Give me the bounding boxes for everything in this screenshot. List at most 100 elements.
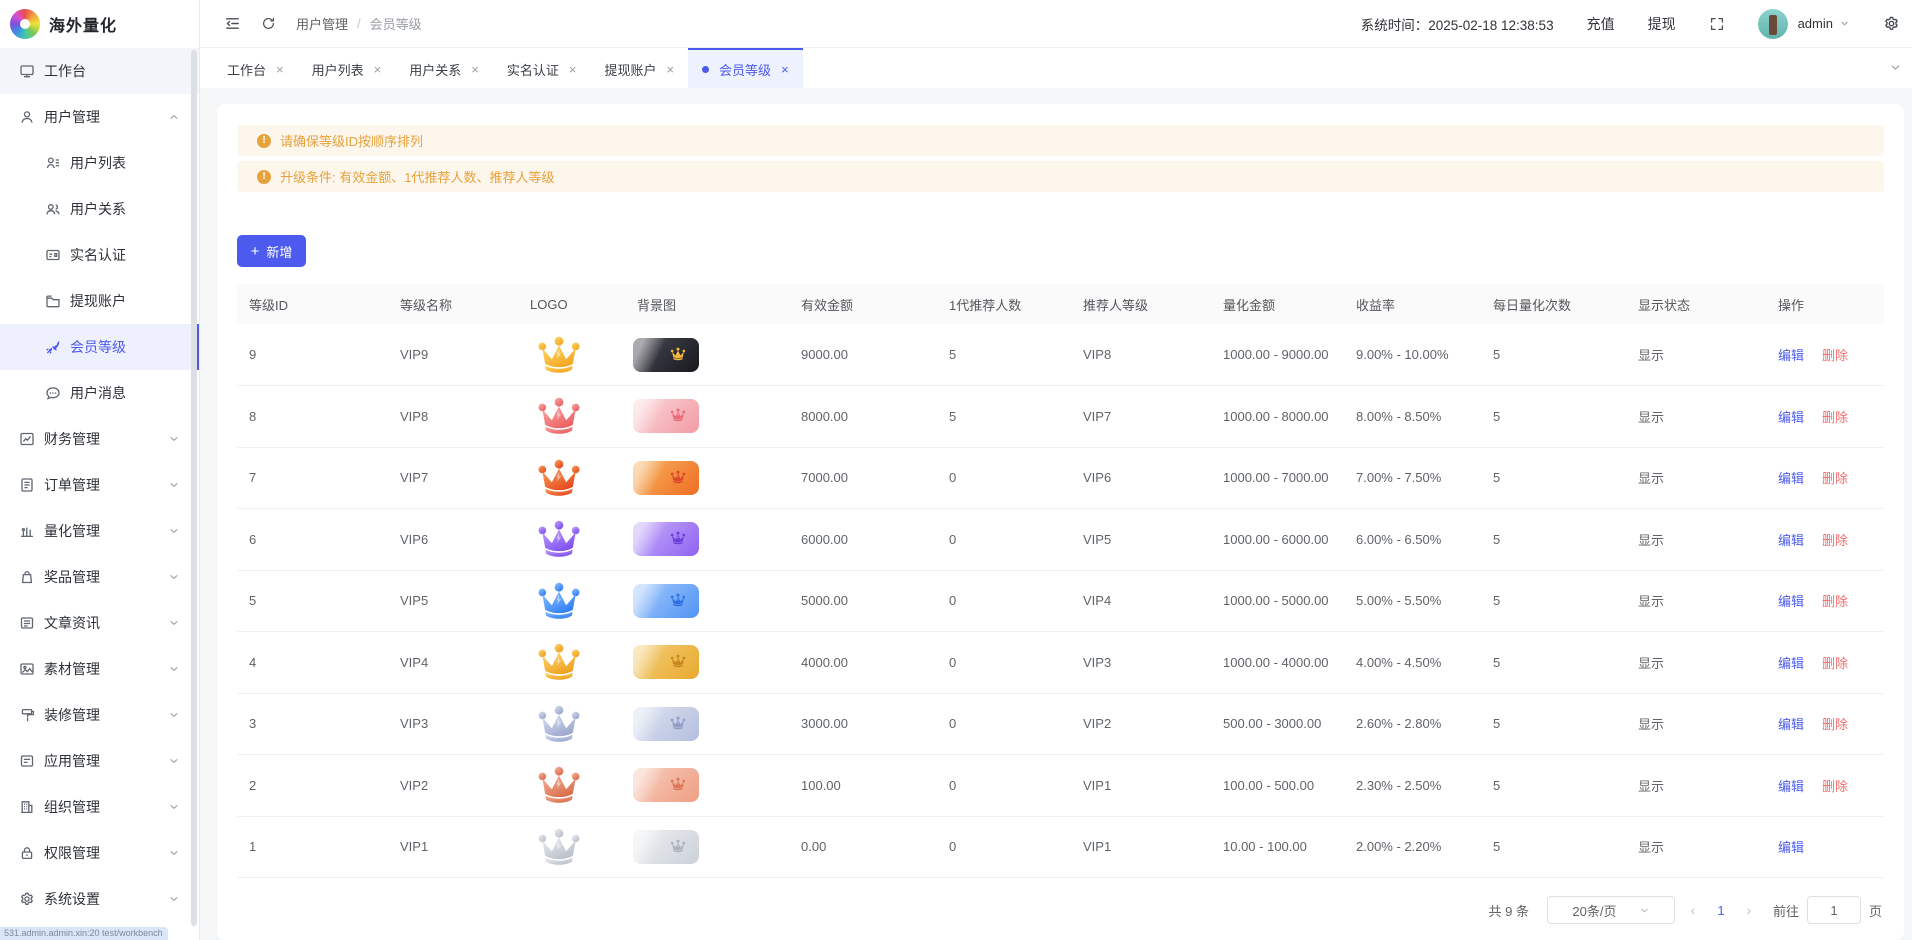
background-image [633, 830, 699, 864]
cell-status: 显示 [1626, 509, 1766, 571]
table-row: 9VIP99000.005VIP81000.00 - 9000.009.00% … [237, 324, 1884, 386]
sidebar-item-label: 权限管理 [44, 843, 100, 863]
delete-link[interactable]: 删除 [1822, 594, 1848, 609]
lock-icon [19, 845, 35, 861]
tab-实名认证[interactable]: 实名认证 × [493, 48, 591, 88]
delete-link[interactable]: 删除 [1822, 656, 1848, 671]
sidebar-item[interactable]: 量化管理 [0, 508, 199, 554]
quant-icon [19, 523, 35, 539]
sidebar-item[interactable]: 文章资讯 [0, 600, 199, 646]
delete-link[interactable]: 删除 [1822, 717, 1848, 732]
edit-link[interactable]: 编辑 [1778, 717, 1804, 732]
edit-link[interactable]: 编辑 [1778, 410, 1804, 425]
cell-rate: 2.30% - 2.50% [1344, 755, 1481, 817]
close-icon[interactable]: × [471, 63, 479, 76]
table-row: 6VIP66000.000VIP51000.00 - 6000.006.00% … [237, 509, 1884, 571]
chevron-up-icon [168, 111, 180, 123]
chevron-down-icon [168, 525, 180, 537]
sidebar-item-label: 系统设置 [44, 889, 100, 909]
cell-actions: 编辑 删除 [1766, 693, 1884, 755]
sidebar-scrollbar[interactable] [191, 50, 197, 926]
collapse-menu-icon[interactable] [224, 15, 241, 32]
cell-ref-count: 0 [937, 447, 1071, 509]
cell-valid-amount: 9000.00 [789, 324, 937, 386]
edit-link[interactable]: 编辑 [1778, 533, 1804, 548]
edit-link[interactable]: 编辑 [1778, 471, 1804, 486]
sidebar-item-child[interactable]: 用户列表 [0, 140, 199, 186]
tab-用户列表[interactable]: 用户列表× [298, 48, 396, 88]
edit-link[interactable]: 编辑 [1778, 656, 1804, 671]
sidebar-item[interactable]: 装修管理 [0, 692, 199, 738]
sidebar-item[interactable]: 工作台 [0, 48, 199, 94]
cell-ref-count: 0 [937, 693, 1071, 755]
cell-daily-times: 5 [1481, 693, 1626, 755]
sidebar-item-active[interactable]: 会员等级 [0, 324, 199, 370]
sidebar-item[interactable]: 系统设置 [0, 876, 199, 922]
withdraw-button[interactable]: 提现 [1648, 14, 1676, 34]
close-icon[interactable]: × [276, 63, 284, 76]
sidebar-item-child[interactable]: 用户消息 [0, 370, 199, 416]
edit-link[interactable]: 编辑 [1778, 779, 1804, 794]
sidebar-item[interactable]: 素材管理 [0, 646, 199, 692]
close-icon[interactable]: × [569, 63, 577, 76]
tab-label: 实名认证 [507, 60, 559, 79]
tab-用户关系[interactable]: 用户关系× [395, 48, 493, 88]
next-page-button[interactable]: › [1735, 902, 1763, 918]
table-row: 7VIP77000.000VIP61000.00 - 7000.007.00% … [237, 447, 1884, 509]
sidebar-item[interactable]: 用户管理 [0, 94, 199, 140]
current-page[interactable]: 1 [1707, 903, 1735, 918]
avatar[interactable] [1758, 9, 1788, 39]
pagination-total: 共 9 条 [1489, 901, 1529, 920]
tab-会员等级[interactable]: 会员等级× [688, 48, 803, 88]
sidebar-item[interactable]: 财务管理 [0, 416, 199, 462]
sidebar-item-child[interactable]: 提现账户 [0, 278, 199, 324]
sidebar-item-label: 应用管理 [44, 751, 100, 771]
prev-page-button[interactable]: ‹ [1679, 902, 1707, 918]
page-size-select[interactable]: 20条/页 [1547, 896, 1675, 924]
sidebar-item-child[interactable]: 实名认证 [0, 232, 199, 278]
close-icon[interactable]: × [374, 63, 382, 76]
goto-page-input[interactable]: 1 [1807, 896, 1861, 924]
sidebar-item[interactable]: 奖品管理 [0, 554, 199, 600]
cell-logo [518, 693, 625, 755]
apps-icon [19, 753, 35, 769]
delete-link[interactable]: 删除 [1822, 471, 1848, 486]
sidebar-item[interactable]: 应用管理 [0, 738, 199, 784]
user-icon [19, 109, 35, 125]
delete-link[interactable]: 删除 [1822, 410, 1848, 425]
cell-logo [518, 570, 625, 632]
recharge-button[interactable]: 充值 [1587, 14, 1615, 34]
alert-text: 升级条件: 有效金额、1代推荐人数、推荐人等级 [280, 167, 554, 186]
cell-ref-level: VIP1 [1071, 755, 1211, 817]
chevron-down-icon [168, 479, 180, 491]
sidebar-item-child[interactable]: 用户关系 [0, 186, 199, 232]
edit-link[interactable]: 编辑 [1778, 594, 1804, 609]
cell-daily-times: 5 [1481, 816, 1626, 878]
tab-工作台[interactable]: 工作台× [213, 48, 298, 88]
delete-link[interactable]: 删除 [1822, 533, 1848, 548]
close-icon[interactable]: × [666, 63, 674, 76]
user-menu[interactable]: admin [1758, 9, 1850, 39]
background-image [633, 461, 699, 495]
breadcrumb-item[interactable]: 用户管理 [296, 14, 348, 33]
cell-rate: 5.00% - 5.50% [1344, 570, 1481, 632]
cell-valid-amount: 3000.00 [789, 693, 937, 755]
sidebar-item[interactable]: 权限管理 [0, 830, 199, 876]
fullscreen-icon[interactable] [1709, 16, 1725, 32]
sidebar-item[interactable]: 组织管理 [0, 784, 199, 830]
add-button[interactable]: + 新增 [237, 235, 306, 267]
refresh-icon[interactable] [261, 16, 276, 31]
close-icon[interactable]: × [781, 63, 789, 76]
edit-link[interactable]: 编辑 [1778, 840, 1804, 855]
background-image [633, 707, 699, 741]
settings-gear-icon[interactable] [1883, 15, 1900, 32]
tab-提现账户[interactable]: 提现账户× [590, 48, 688, 88]
sidebar-item[interactable]: 订单管理 [0, 462, 199, 508]
cell-status: 显示 [1626, 447, 1766, 509]
table-row: 1VIP10.000VIP110.00 - 100.002.00% - 2.20… [237, 816, 1884, 878]
delete-link[interactable]: 删除 [1822, 348, 1848, 363]
delete-link[interactable]: 删除 [1822, 779, 1848, 794]
cell-quant-amount: 100.00 - 500.00 [1211, 755, 1344, 817]
edit-link[interactable]: 编辑 [1778, 348, 1804, 363]
tab-options-chevron-icon[interactable] [1889, 61, 1902, 74]
